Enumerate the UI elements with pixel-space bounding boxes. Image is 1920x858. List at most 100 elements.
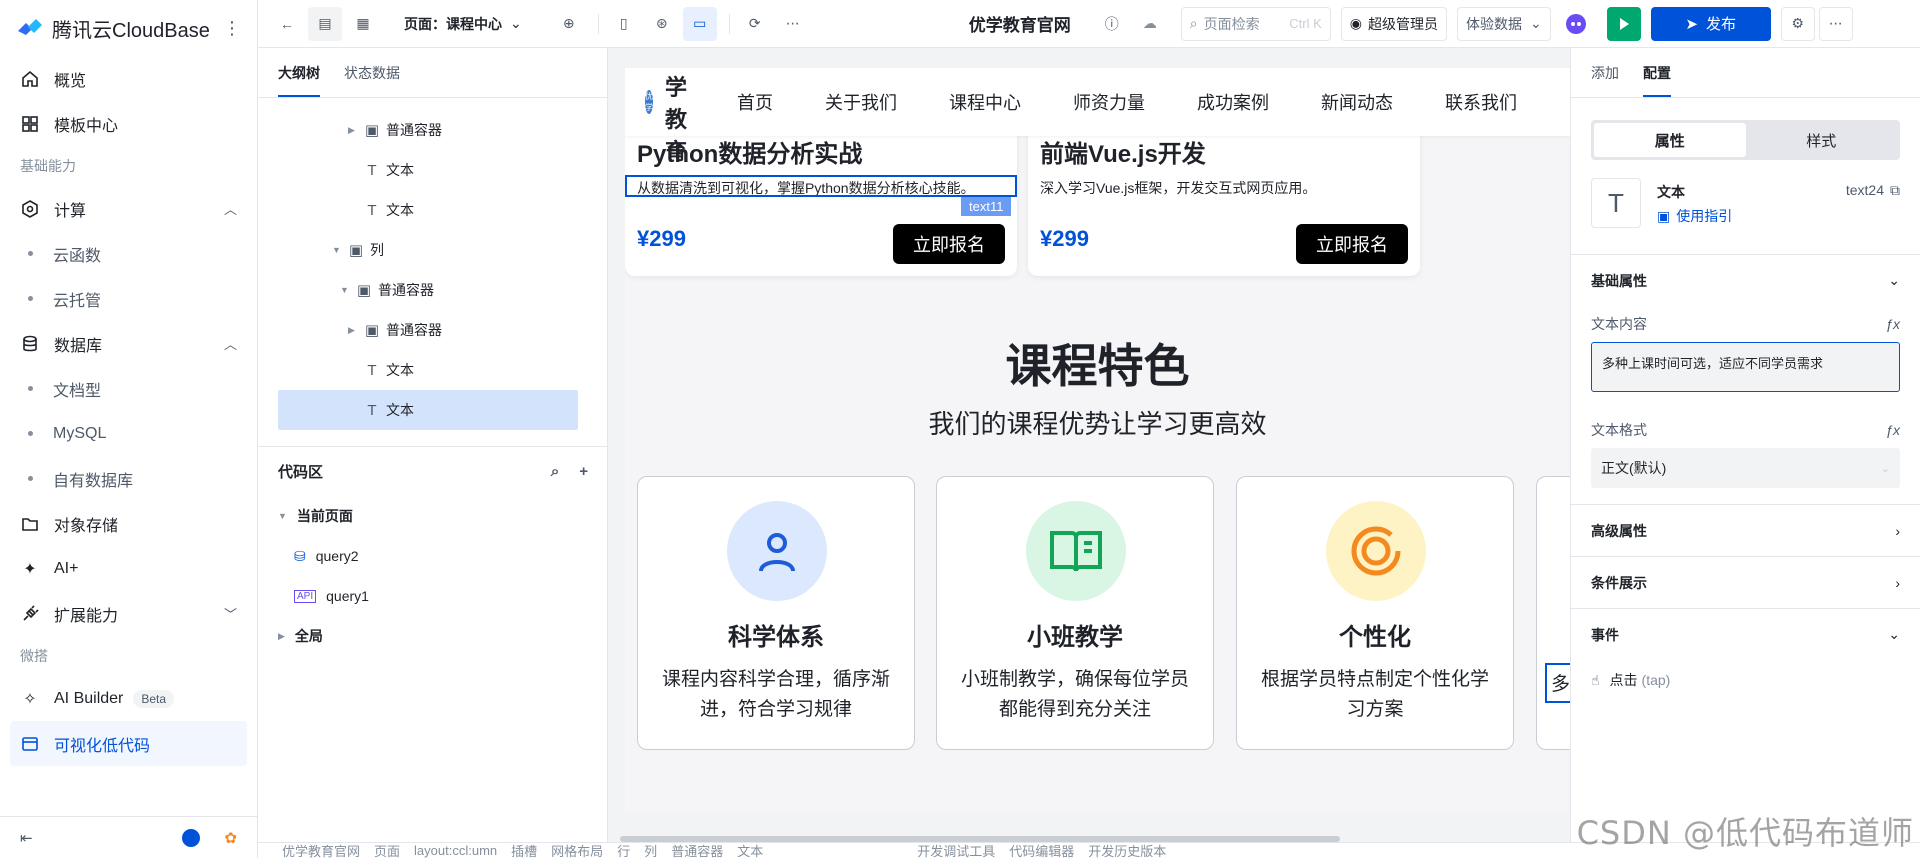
breadcrumb-item[interactable]: 插槽 <box>511 843 537 858</box>
code-item-query1[interactable]: API query1 <box>294 576 369 616</box>
nav-sub-function[interactable]: 云函数 <box>0 231 257 276</box>
seg-properties[interactable]: 属性 <box>1594 123 1746 157</box>
nav-item-templates[interactable]: 模板中心 <box>0 101 257 146</box>
settings-flower-icon[interactable]: ✿ <box>224 829 237 847</box>
nav-sub-mysql[interactable]: MySQL <box>0 411 257 456</box>
nav-sub-cloudrun[interactable]: 云托管 <box>0 276 257 321</box>
usage-guide-link[interactable]: ▣ 使用指引 <box>1657 206 1732 226</box>
site-nav-link[interactable]: 课程中心 <box>949 89 1021 115</box>
tab-outline-tree[interactable]: 大纲树 <box>278 48 320 97</box>
section-events[interactable]: 事件 ⌄ <box>1571 608 1920 660</box>
breadcrumb-item[interactable]: 优学教育官网 <box>282 843 360 858</box>
nav-item-database[interactable]: 数据库 ︿ <box>0 321 257 366</box>
site-nav-link[interactable]: 新闻动态 <box>1321 89 1393 115</box>
back-arrow-icon[interactable]: ← <box>270 7 304 41</box>
site-nav-link[interactable]: 师资力量 <box>1073 89 1145 115</box>
site-nav-link[interactable]: 成功案例 <box>1197 89 1269 115</box>
user-role-chip[interactable]: ◉ 超级管理员 <box>1340 6 1447 41</box>
tree-node[interactable]: T 文本 <box>278 150 578 190</box>
feature-card[interactable]: 个性化 根据学员特点制定个性化学习方案 <box>1236 476 1514 750</box>
page-search[interactable]: ⌕ 页面检索 Ctrl K <box>1180 6 1331 41</box>
site-nav-link[interactable]: 联系我们 <box>1445 89 1517 115</box>
section-basic[interactable]: 基础属性 ⌄ <box>1571 254 1920 306</box>
brand[interactable]: 腾讯云CloudBase ⋮ <box>0 0 257 56</box>
tree-node[interactable]: ▼ ▣ 普通容器 <box>278 270 578 310</box>
code-group-current-page[interactable]: ▼ 当前页面 <box>278 496 353 536</box>
seg-style[interactable]: 样式 <box>1746 123 1898 157</box>
feature-card[interactable]: 多 <box>1536 476 1570 750</box>
breadcrumb-item[interactable]: layout:ccl:umn <box>414 843 497 858</box>
page-list-icon[interactable]: ▤ <box>308 6 342 41</box>
fx-icon[interactable]: ƒx <box>1885 422 1900 438</box>
tab-config[interactable]: 配置 <box>1643 48 1671 97</box>
settings-icon[interactable]: ⚙ <box>1780 6 1815 41</box>
nav-item-ai-builder[interactable]: ✧ AI Builder Beta <box>0 676 257 721</box>
copy-icon[interactable]: ⧉ <box>1890 182 1900 198</box>
breadcrumb-item[interactable]: 列 <box>644 843 657 858</box>
page-selector[interactable]: 页面：课程中心 ⌄ <box>404 14 522 34</box>
nav-sub-document[interactable]: 文档型 <box>0 366 257 411</box>
section-advanced[interactable]: 高级属性 › <box>1571 504 1920 556</box>
code-editor-button[interactable]: 代码编辑器 <box>1009 843 1074 858</box>
caret-right-icon[interactable]: ▶ <box>348 125 360 136</box>
tab-add[interactable]: 添加 <box>1591 48 1619 97</box>
add-page-icon[interactable]: ⊕ <box>552 7 586 41</box>
breadcrumb-item[interactable]: 普通容器 <box>671 843 723 858</box>
tab-state-data[interactable]: 状态数据 <box>344 48 400 97</box>
fx-icon[interactable]: ƒx <box>1885 316 1900 332</box>
site-navbar[interactable]: 优学 优学教育 首页 关于我们 课程中心 师资力量 成功案例 新闻动态 联系我们 <box>625 68 1570 164</box>
code-item-query2[interactable]: ⛁ query2 <box>294 536 359 576</box>
mobile-view-icon[interactable]: ▯ <box>607 7 641 41</box>
miniprogram-view-icon[interactable]: ⊛ <box>645 7 679 41</box>
nav-item-ai[interactable]: ✦ AI+ <box>0 546 257 591</box>
section-condition[interactable]: 条件展示 › <box>1571 556 1920 608</box>
alert-circle-icon[interactable]: ⓘ <box>1095 7 1129 41</box>
breadcrumb-item[interactable]: 网格布局 <box>551 843 603 858</box>
component-id[interactable]: text24 ⧉ <box>1846 182 1900 199</box>
nav-item-extend[interactable]: 扩展能力 ﹀ <box>0 591 257 636</box>
page-canvas[interactable]: 优学 优学教育 首页 关于我们 课程中心 师资力量 成功案例 新闻动态 联系我们… <box>625 68 1570 812</box>
course-desc[interactable]: 深入学习Vue.js框架，开发交互式网页应用。 <box>1040 178 1316 198</box>
event-tap[interactable]: ☝ 点击 (tap) <box>1571 660 1920 700</box>
site-nav-link[interactable]: 关于我们 <box>825 89 897 115</box>
feature-card[interactable]: 小班教学 小班制教学，确保每位学员都能得到充分关注 <box>936 476 1214 750</box>
caret-down-icon[interactable]: ▼ <box>332 245 344 255</box>
caret-down-icon[interactable]: ▼ <box>340 285 352 295</box>
layout-icon[interactable]: ▦ <box>346 7 380 41</box>
collapse-sidebar-icon[interactable]: ⇤ <box>20 829 33 847</box>
ai-assistant-icon[interactable] <box>1559 7 1593 41</box>
search-icon[interactable]: ⌕ <box>551 463 559 480</box>
site-nav-link[interactable]: 首页 <box>737 89 773 115</box>
text-content-input[interactable]: 多种上课时间可选，适应不同学员需求 <box>1591 342 1900 392</box>
refresh-icon[interactable]: ⟳ <box>738 7 772 41</box>
tree-node-selected[interactable]: T 文本 <box>278 390 578 430</box>
history-button[interactable]: 开发历史版本 <box>1088 843 1166 858</box>
tree-node[interactable]: T 文本 <box>278 350 578 390</box>
code-group-global[interactable]: ▶ 全局 <box>278 616 323 656</box>
nav-item-overview[interactable]: 概览 <box>0 56 257 101</box>
feature-desc[interactable]: 多 <box>1545 663 1570 703</box>
desktop-view-icon[interactable]: ▭ <box>682 6 717 41</box>
feature-card[interactable]: 科学体系 课程内容科学合理，循序渐进，符合学习规律 <box>637 476 915 750</box>
tree-node[interactable]: T 文本 <box>278 190 578 230</box>
run-preview-button[interactable] <box>1606 6 1641 41</box>
tree-node[interactable]: ▶ ▣ 普通容器 <box>278 110 578 150</box>
cloud-status-icon[interactable]: ☁ <box>1133 7 1167 41</box>
nav-item-compute[interactable]: 计算 ︿ <box>0 186 257 231</box>
tree-node[interactable]: ▶ ▣ 普通容器 <box>278 310 578 350</box>
user-avatar-icon[interactable] <box>182 828 201 847</box>
breadcrumb-item[interactable]: 行 <box>617 843 630 858</box>
text-format-select[interactable]: 正文(默认) ⌄ <box>1591 448 1900 488</box>
more-horizontal-icon[interactable]: ⋯ <box>1818 6 1853 41</box>
nav-item-storage[interactable]: 对象存储 <box>0 501 257 546</box>
breadcrumb-item[interactable]: 页面 <box>374 843 400 858</box>
more-icon[interactable]: ⋮ <box>223 18 241 39</box>
breadcrumb-item[interactable]: 文本 <box>737 843 763 858</box>
devtools-button[interactable]: 开发调试工具 <box>917 843 995 858</box>
data-mode-select[interactable]: 体验数据 ⌄ <box>1456 6 1551 41</box>
caret-right-icon[interactable]: ▶ <box>348 325 360 336</box>
publish-button[interactable]: ➤ 发布 <box>1650 6 1771 41</box>
enroll-button[interactable]: 立即报名 <box>893 224 1005 264</box>
nav-sub-own-db[interactable]: 自有数据库 <box>0 456 257 501</box>
more-horizontal-icon[interactable]: ⋯ <box>776 7 810 41</box>
